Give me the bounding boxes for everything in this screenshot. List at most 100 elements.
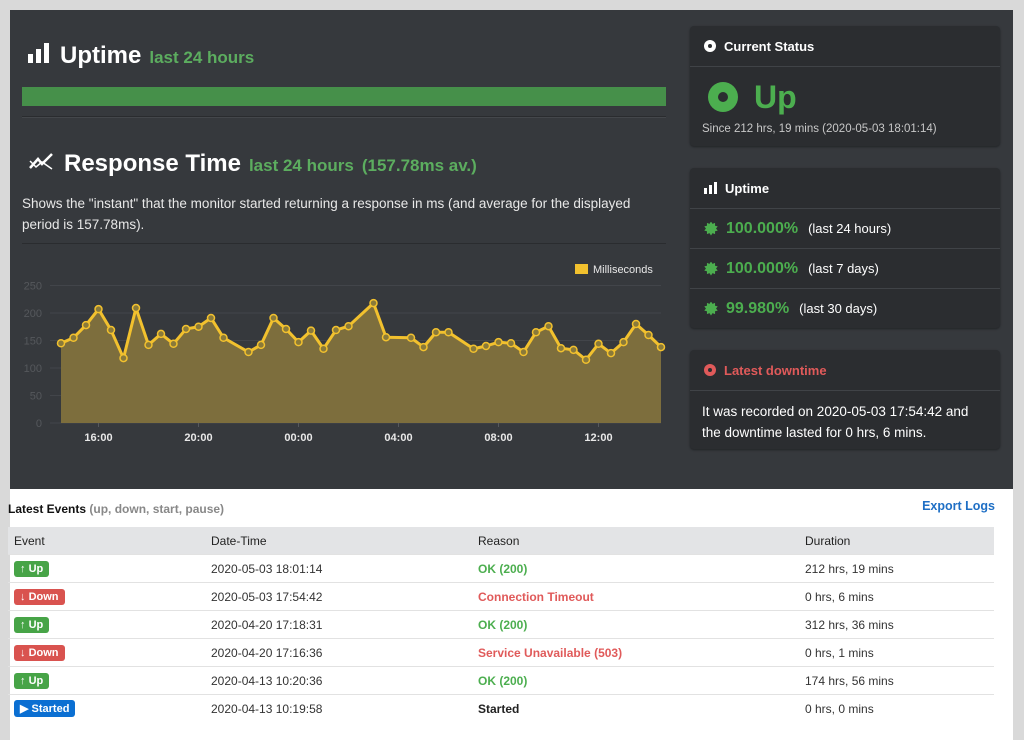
response-time-average: (157.78ms av.) bbox=[361, 156, 477, 175]
event-badge: ▶ Started bbox=[14, 700, 76, 717]
up-circle-icon bbox=[708, 82, 738, 112]
datetime-cell: 2020-04-13 10:19:58 bbox=[205, 694, 472, 722]
uptime-heading: Uptime last 24 hours bbox=[28, 42, 254, 70]
data-point bbox=[594, 339, 603, 349]
event-badge: ↑ Up bbox=[14, 560, 50, 577]
y-tick-label: 150 bbox=[24, 336, 42, 348]
table-row: ↑ Up 2020-04-13 10:20:36 OK (200) 174 hr… bbox=[8, 666, 994, 695]
data-point bbox=[406, 333, 416, 342]
event-label: Down bbox=[28, 646, 59, 659]
table-row: ▶ Started 2020-04-13 10:19:58 Started 0 … bbox=[8, 694, 994, 722]
x-tick-label: 16:00 bbox=[84, 432, 112, 444]
current-status-title: Current Status bbox=[724, 38, 815, 54]
event-label: Up bbox=[28, 562, 44, 575]
line-chart-icon bbox=[29, 153, 53, 170]
response-time-description: Shows the "instant" that the monitor sta… bbox=[22, 196, 631, 232]
bar-chart-icon bbox=[704, 182, 717, 194]
event-label: Up bbox=[28, 618, 44, 631]
uptime-percentage: 100.000% bbox=[726, 219, 799, 237]
events-title-text: Latest Events bbox=[8, 502, 87, 516]
data-point bbox=[431, 328, 441, 337]
divider bbox=[22, 116, 666, 118]
data-point bbox=[81, 320, 91, 330]
latest-downtime-header: Latest downtime bbox=[690, 350, 1000, 391]
uptime-panel-header: Uptime bbox=[690, 168, 1000, 209]
datetime-cell: 2020-04-20 17:16:36 bbox=[205, 638, 472, 667]
arrow-up-icon: ↑ bbox=[20, 674, 26, 687]
legend-swatch bbox=[575, 264, 588, 274]
data-point bbox=[606, 348, 616, 358]
event-label: Started bbox=[31, 703, 70, 715]
event-cell: ↓ Down bbox=[8, 582, 205, 611]
arrow-up-icon: ↑ bbox=[20, 562, 26, 575]
event-badge: ↓ Down bbox=[14, 588, 65, 605]
uptime-percentage: 100.000% bbox=[726, 259, 799, 277]
datetime-cell: 2020-05-03 18:01:14 bbox=[205, 554, 472, 583]
duration-cell: 312 hrs, 36 mins bbox=[799, 610, 994, 639]
table-row: ↓ Down 2020-04-20 17:16:36 Service Unava… bbox=[8, 638, 994, 667]
uptime-percentage: 99.980% bbox=[726, 299, 790, 317]
export-logs-link[interactable]: Export Logs bbox=[922, 499, 995, 513]
y-tick-label: 250 bbox=[24, 281, 42, 293]
uptime-row: 99.980% (last 30 days) bbox=[690, 288, 1000, 328]
response-time-chart: 0 50 100 150 200 250 16:00 20:00 00:00 04:00 08:00… bbox=[24, 264, 666, 444]
events-title: Latest Events (up, down, start, pause) bbox=[8, 502, 224, 516]
area-fill bbox=[61, 303, 661, 423]
data-point bbox=[281, 324, 291, 334]
data-point bbox=[194, 322, 203, 331]
uptime-row: 100.000% (last 24 hours) bbox=[690, 209, 1000, 248]
data-point bbox=[219, 333, 228, 342]
datetime-cell: 2020-04-20 17:18:31 bbox=[205, 610, 472, 639]
data-point bbox=[69, 333, 78, 342]
uptime-panel-title: Uptime bbox=[725, 180, 770, 196]
event-label: Down bbox=[28, 590, 59, 603]
data-point bbox=[569, 345, 578, 355]
col-reason: Reason bbox=[472, 527, 799, 555]
datetime-cell: 2020-05-03 17:54:42 bbox=[205, 582, 472, 611]
data-point bbox=[381, 332, 391, 342]
current-status-header: Current Status bbox=[690, 26, 1000, 67]
reason-cell: Started bbox=[472, 694, 799, 722]
event-badge: ↓ Down bbox=[14, 644, 65, 661]
status-circle-icon bbox=[704, 40, 716, 52]
uptime-period: (last 7 days) bbox=[808, 261, 879, 276]
y-tick-label: 0 bbox=[36, 418, 42, 430]
data-point bbox=[644, 330, 653, 340]
latest-downtime-text: It was recorded on 2020-05-03 17:54:42 a… bbox=[702, 404, 969, 440]
duration-cell: 212 hrs, 19 mins bbox=[799, 554, 994, 583]
dashboard-dark-section: Uptime last 24 hours Response Time last … bbox=[10, 10, 1013, 489]
arrow-down-icon: ↓ bbox=[20, 590, 26, 603]
data-point bbox=[319, 344, 328, 353]
event-label: Up bbox=[28, 674, 44, 687]
uptime-panel: Uptime 100.000% (last 24 hours) 100.000%… bbox=[690, 168, 1000, 328]
data-point bbox=[206, 313, 216, 323]
event-cell: ▶ Started bbox=[8, 694, 205, 722]
data-point bbox=[244, 347, 253, 357]
y-tick-label: 100 bbox=[24, 363, 42, 375]
data-point bbox=[531, 328, 541, 337]
x-tick-label: 12:00 bbox=[584, 432, 612, 444]
duration-cell: 0 hrs, 0 mins bbox=[799, 694, 994, 722]
x-tick-label: 20:00 bbox=[184, 432, 212, 444]
divider bbox=[22, 243, 666, 244]
legend-label: Milliseconds bbox=[593, 264, 653, 276]
data-point bbox=[344, 321, 353, 331]
status-indicator: Up bbox=[702, 77, 988, 117]
data-point bbox=[331, 325, 341, 335]
col-event: Event bbox=[8, 527, 205, 555]
reason-cell: OK (200) bbox=[472, 666, 799, 695]
data-point bbox=[631, 319, 641, 329]
event-badge: ↑ Up bbox=[14, 672, 50, 689]
data-point bbox=[156, 329, 166, 339]
latest-downtime-panel: Latest downtime It was recorded on 2020-… bbox=[690, 350, 1000, 449]
data-point bbox=[519, 347, 528, 357]
datetime-cell: 2020-04-13 10:20:36 bbox=[205, 666, 472, 695]
x-tick-label: 00:00 bbox=[284, 432, 312, 444]
status-badge-icon bbox=[704, 221, 718, 236]
data-point bbox=[169, 339, 178, 349]
duration-cell: 0 hrs, 1 mins bbox=[799, 638, 994, 667]
reason-cell: OK (200) bbox=[472, 610, 799, 639]
status-state: Up bbox=[754, 78, 797, 115]
data-point bbox=[119, 353, 128, 363]
events-subtitle: (up, down, start, pause) bbox=[89, 502, 225, 516]
